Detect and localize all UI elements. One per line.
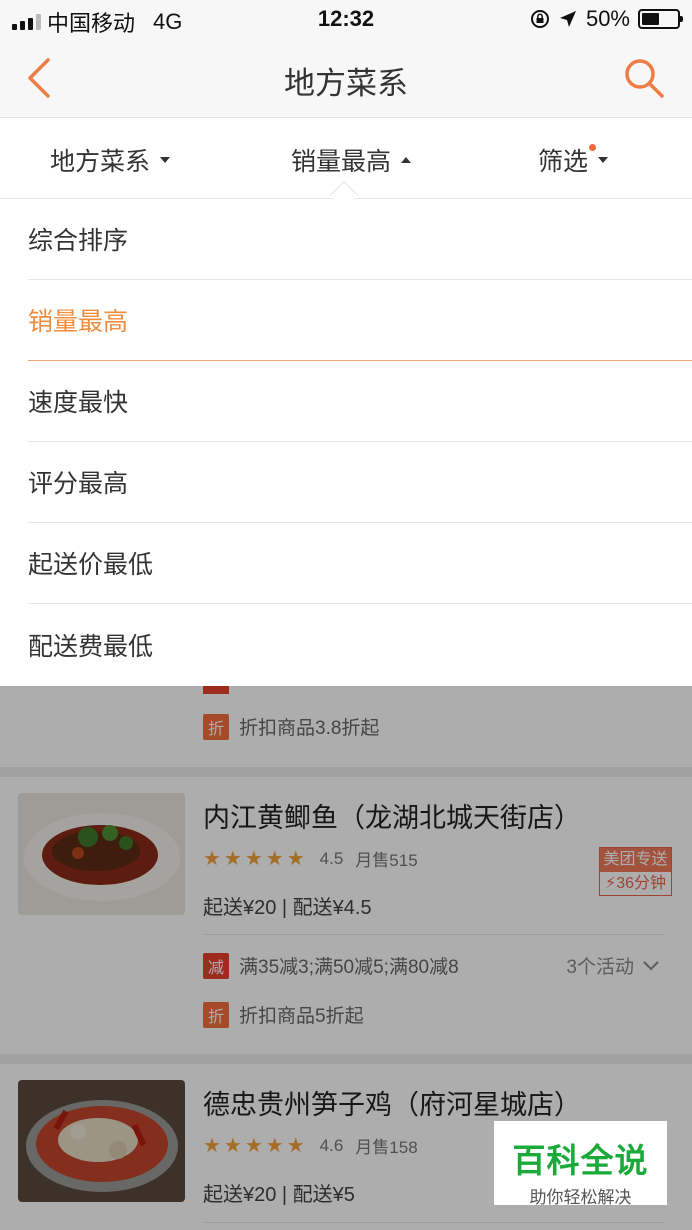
filter-screen-label: 筛选 xyxy=(538,148,589,176)
filter-cuisine[interactable]: 地方菜系 xyxy=(50,142,171,178)
page-title: 地方菜系 xyxy=(284,66,408,101)
sort-option-comprehensive[interactable]: 综合排序 xyxy=(28,199,692,280)
search-icon[interactable] xyxy=(622,56,666,100)
sort-option-delivery-fee[interactable]: 配送费最低 xyxy=(28,604,692,685)
battery-icon xyxy=(638,9,683,29)
filter-screen[interactable]: 筛选 xyxy=(538,142,609,178)
caret-down-icon xyxy=(160,157,171,163)
nav-bar: 地方菜系 xyxy=(0,40,692,118)
watermark-subtitle: 助你轻松解决 xyxy=(529,1188,632,1207)
filter-sort-label: 销量最高 xyxy=(291,148,392,176)
sort-option-speed[interactable]: 速度最快 xyxy=(28,361,692,442)
caret-up-icon xyxy=(401,157,412,163)
status-right: 50% xyxy=(530,6,683,32)
sort-option-rating[interactable]: 评分最高 xyxy=(28,442,692,523)
sort-option-sales[interactable]: 销量最高 xyxy=(28,280,692,361)
status-bar: 中国移动 4G 12:32 50% xyxy=(0,0,692,40)
notification-dot xyxy=(589,144,596,151)
sort-dropdown: 综合排序 销量最高 速度最快 评分最高 起送价最低 配送费最低 xyxy=(0,199,692,686)
caret-down-icon xyxy=(598,157,609,163)
rotation-lock-icon xyxy=(530,10,549,28)
watermark-title: 百科全说 xyxy=(512,1142,649,1179)
filter-sort[interactable]: 销量最高 xyxy=(291,142,412,178)
filter-cuisine-label: 地方菜系 xyxy=(50,148,151,176)
battery-percent: 50% xyxy=(585,6,630,31)
watermark: 百科全说 助你轻松解决 xyxy=(494,1121,667,1207)
location-arrow-icon xyxy=(559,11,576,27)
sort-option-min-order[interactable]: 起送价最低 xyxy=(28,523,692,604)
